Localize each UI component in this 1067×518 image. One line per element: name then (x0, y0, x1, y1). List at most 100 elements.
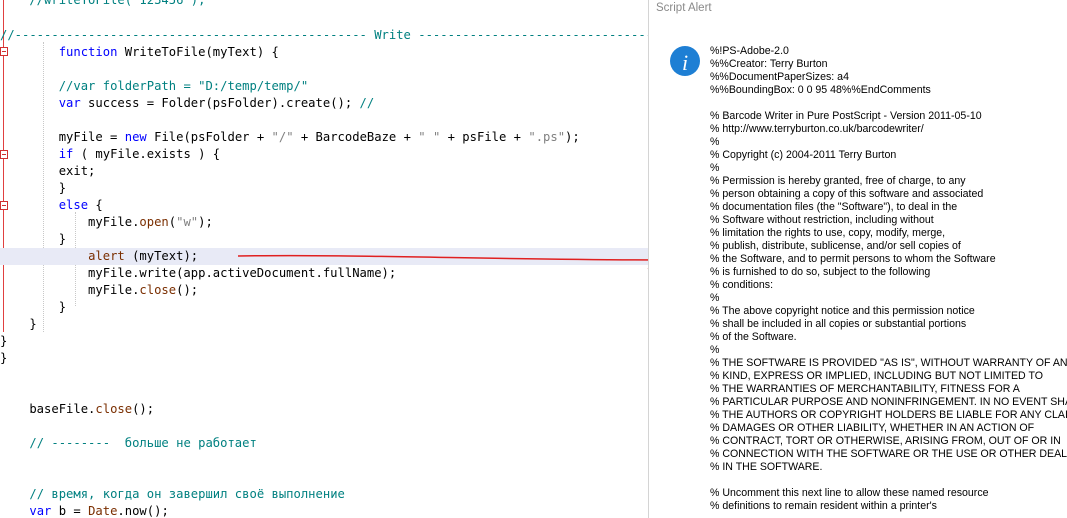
code-line[interactable]: // время, когда он завершил своё выполне… (0, 486, 648, 503)
code-line[interactable]: baseFile.close(); (0, 401, 648, 418)
code-token: (myText); (124, 249, 199, 263)
code-token: WriteToFile(myText) { (117, 45, 279, 59)
code-line[interactable]: //--------------------------------------… (0, 27, 648, 44)
code-token: ); (565, 130, 580, 144)
message-line: % IN THE SOFTWARE. (710, 461, 823, 473)
message-line: % Uncomment this next line to allow thes… (710, 487, 989, 499)
code-token: exit; (0, 164, 96, 178)
code-token: .now(); (117, 504, 169, 518)
code-line[interactable]: myFile = new File(psFolder + "/" + Barco… (0, 129, 648, 146)
message-line: % (710, 136, 720, 148)
message-line: % THE WARRANTIES OF MERCHANTABILITY, FIT… (710, 383, 1020, 395)
code-line[interactable]: exit; (0, 163, 648, 180)
code-line[interactable]: } (0, 316, 648, 333)
code-line[interactable]: // -------- больше не работает (0, 435, 648, 452)
code-token: else (58, 198, 89, 212)
code-line[interactable] (0, 384, 648, 401)
code-token: (); (176, 283, 199, 297)
code-line[interactable]: function WriteToFile(myText) { (0, 44, 648, 61)
code-line[interactable] (0, 418, 648, 435)
dialog-title: Script Alert (656, 2, 712, 14)
message-line: %%BoundingBox: 0 0 95 48%%EndComments (710, 84, 931, 96)
message-line: %%DocumentPaperSizes: a4 (710, 71, 849, 83)
code-token: } (0, 300, 67, 314)
code-line[interactable]: myFile.open("w"); (0, 214, 648, 231)
message-line: % (710, 344, 720, 356)
code-line[interactable] (0, 452, 648, 469)
code-token: myFile. (0, 283, 140, 297)
message-line: % limitation the rights to use, copy, mo… (710, 227, 946, 239)
message-line: % Software without restriction, includin… (710, 214, 934, 226)
message-line: % (710, 292, 720, 304)
code-line[interactable] (0, 367, 648, 384)
code-token: close (139, 283, 177, 297)
message-line: %!PS-Adobe-2.0 (710, 45, 789, 57)
code-token: myFile = (0, 130, 125, 144)
code-line[interactable]: var b = Date.now(); (0, 503, 648, 518)
code-token: } (0, 232, 67, 246)
code-token: } (0, 181, 67, 195)
message-line: % person obtaining a copy of this softwa… (710, 188, 984, 200)
code-token: open (139, 215, 169, 229)
message-line: % definitions to remain resident within … (710, 500, 937, 512)
code-line[interactable] (0, 469, 648, 486)
code-token: "w" (176, 215, 199, 229)
code-token: new (124, 130, 147, 144)
message-line: % conditions: (710, 279, 774, 291)
code-token: // -------- больше не работает (29, 436, 257, 450)
code-token: + psFile + (440, 130, 529, 144)
code-line[interactable] (0, 61, 648, 78)
code-line[interactable]: } (0, 350, 648, 367)
message-line: % THE SOFTWARE IS PROVIDED "AS IS", WITH… (710, 357, 1067, 369)
code-line[interactable]: myFile.close(); (0, 282, 648, 299)
code-line[interactable]: } (0, 333, 648, 350)
code-token: " " (418, 130, 441, 144)
code-token: + BarcodeBaze + (293, 130, 419, 144)
message-line: % (710, 162, 720, 174)
code-token: (); (132, 402, 155, 416)
code-line[interactable]: var success = Folder(psFolder).create();… (0, 95, 648, 112)
message-line: % The above copyright notice and this pe… (710, 305, 975, 317)
message-line: % shall be included in all copies or sub… (710, 318, 967, 330)
script-alert-dialog: Script Alert i %!PS-Adobe-2.0 %%Creator: … (648, 0, 1067, 518)
code-token: ( myFile.exists ) { (73, 147, 221, 161)
code-line[interactable]: //writeToFile("123456"); (0, 0, 648, 9)
code-line[interactable]: //var folderPath = "D:/temp/temp/" (0, 78, 648, 95)
code-line[interactable]: } (0, 180, 648, 197)
code-line[interactable]: if ( myFile.exists ) { (0, 146, 648, 163)
message-line: % is furnished to do so, subject to the … (710, 266, 931, 278)
code-token: var (58, 96, 81, 110)
code-line[interactable]: else { (0, 197, 648, 214)
code-token: } (0, 317, 37, 331)
message-line: % CONTRACT, TORT OR OTHERWISE, ARISING F… (710, 435, 1061, 447)
code-token: success = Folder(psFolder).create(); (80, 96, 360, 110)
message-line: %%Creator: Terry Burton (710, 58, 828, 70)
message-line: % THE AUTHORS OR COPYRIGHT HOLDERS BE LI… (710, 409, 1067, 421)
code-line[interactable] (0, 112, 648, 129)
code-token: ); (198, 215, 213, 229)
red-arrow-annotation (237, 245, 665, 270)
message-line: % CONNECTION WITH THE SOFTWARE OR THE US… (710, 448, 1067, 460)
code-token: //writeToFile("123456"); (0, 0, 206, 7)
message-line: % Barcode Writer in Pure PostScript - Ve… (710, 110, 982, 122)
message-line: % publish, distribute, sublicense, and/o… (710, 240, 961, 252)
code-token: // время, когда он завершил своё выполне… (29, 487, 345, 501)
code-token: function (58, 45, 118, 59)
message-line: % Copyright (c) 2004-2011 Terry Burton (710, 149, 897, 161)
message-line: % DAMAGES OR OTHER LIABILITY, WHETHER IN… (710, 422, 1035, 434)
code-token: //var folderPath = "D:/temp/temp/" (58, 79, 309, 93)
code-token: { (88, 198, 103, 212)
code-token: close (95, 402, 133, 416)
code-line[interactable]: } (0, 299, 648, 316)
message-line: % Permission is hereby granted, free of … (710, 175, 966, 187)
code-token: File(psFolder + (146, 130, 272, 144)
code-token: alert (88, 249, 125, 263)
code-token: } (0, 351, 8, 365)
